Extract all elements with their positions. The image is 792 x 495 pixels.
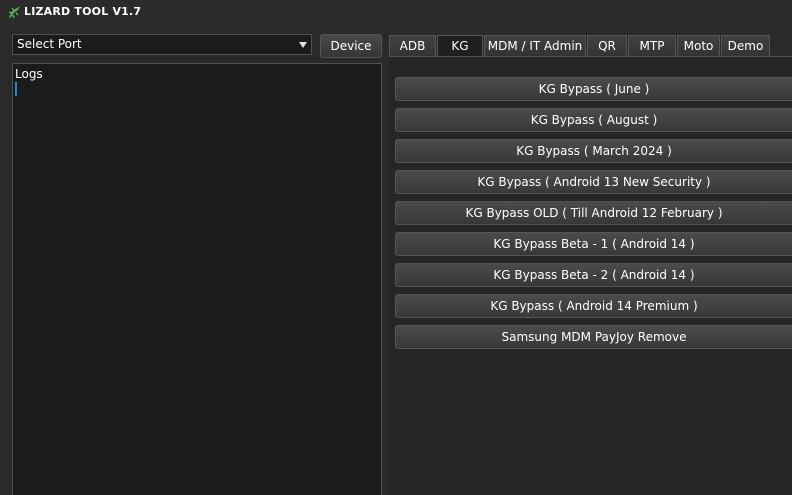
title-bar: LIZARD TOOL V1.7 — [0, 0, 792, 24]
tab-mtp[interactable]: MTP — [628, 35, 676, 56]
kg-bypass-august-button[interactable]: KG Bypass ( August ) — [395, 108, 792, 132]
port-select[interactable]: Select Port — [12, 34, 312, 55]
tab-qr[interactable]: QR — [587, 35, 627, 56]
app-title: LIZARD TOOL V1.7 — [24, 5, 142, 18]
tab-kg[interactable]: KG — [437, 35, 483, 56]
kg-bypass-june-button[interactable]: KG Bypass ( June ) — [395, 77, 792, 101]
kg-bypass-old-button[interactable]: KG Bypass OLD ( Till Android 12 February… — [395, 201, 792, 225]
kg-bypass-beta-2-button[interactable]: KG Bypass Beta - 2 ( Android 14 ) — [395, 263, 792, 287]
port-select-value: Select Port — [17, 37, 82, 51]
samsung-mdm-payjoy-remove-button[interactable]: Samsung MDM PayJoy Remove — [395, 325, 792, 349]
tab-mdm-it-admin[interactable]: MDM / IT Admin — [484, 35, 586, 56]
tab-demo[interactable]: Demo — [721, 35, 770, 56]
text-cursor — [15, 82, 17, 96]
kg-bypass-march-2024-button[interactable]: KG Bypass ( March 2024 ) — [395, 139, 792, 163]
chevron-down-icon[interactable] — [299, 42, 307, 48]
kg-bypass-android-14-premium-button[interactable]: KG Bypass ( Android 14 Premium ) — [395, 294, 792, 318]
tab-bar: ADB KG MDM / IT Admin QR MTP Moto Demo — [389, 35, 771, 56]
logs-title: Logs — [15, 67, 43, 81]
device-button[interactable]: Device — [320, 34, 382, 58]
kg-bypass-beta-1-button[interactable]: KG Bypass Beta - 1 ( Android 14 ) — [395, 232, 792, 256]
lizard-icon — [8, 6, 20, 19]
kg-bypass-android-13-button[interactable]: KG Bypass ( Android 13 New Security ) — [395, 170, 792, 194]
tab-adb[interactable]: ADB — [389, 35, 436, 56]
tab-moto[interactable]: Moto — [677, 35, 720, 56]
logs-panel[interactable]: Logs — [12, 63, 382, 495]
